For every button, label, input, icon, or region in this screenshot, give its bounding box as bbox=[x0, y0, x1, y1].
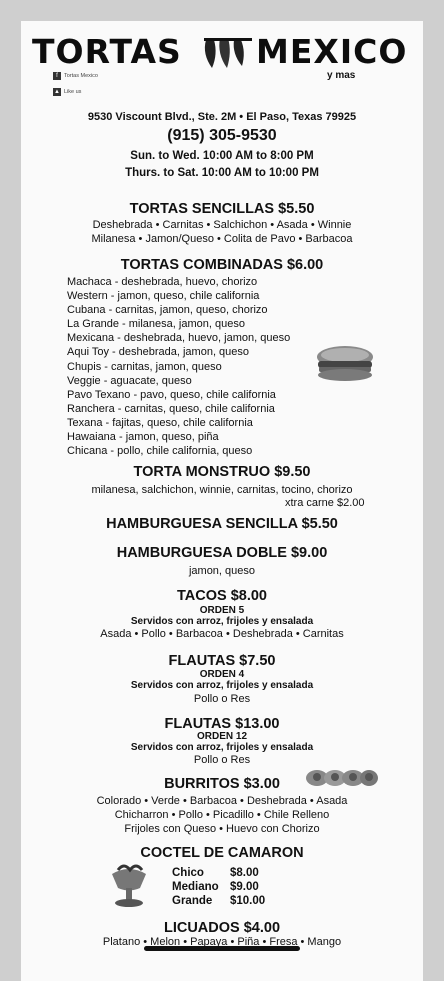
list-item: Western - jamon, queso, chile california bbox=[67, 290, 260, 303]
facebook-icon: f bbox=[53, 72, 61, 80]
list-item: Veggie - aguacate, queso bbox=[67, 374, 192, 387]
section-title-hamburguesa-sencilla: HAMBURGUESA SENCILLA $5.50 bbox=[106, 516, 338, 532]
brand-logo: TORTAS MEXICO bbox=[32, 32, 406, 72]
section-title-flautas-12: FLAUTAS $13.00 bbox=[164, 716, 280, 732]
hours-thu-sat: Thurs. to Sat. 10:00 AM to 10:00 PM bbox=[125, 167, 319, 179]
tagline: y mas bbox=[327, 70, 356, 81]
tacos-served: Servidos con arroz, frijoles y ensalada bbox=[130, 616, 314, 627]
like-us-label: Like us bbox=[64, 89, 82, 95]
list-item: Texana - fajitas, queso, chile californi… bbox=[67, 416, 253, 429]
tacos-options: Asada • Pollo • Barbacoa • Deshebrada • … bbox=[100, 628, 344, 640]
section-title-coctel: COCTEL DE CAMARON bbox=[140, 845, 304, 861]
section-title-combinadas: TORTAS COMBINADAS $6.00 bbox=[120, 257, 324, 273]
section-title-hamburguesa-doble: HAMBURGUESA DOBLE $9.00 bbox=[116, 545, 328, 561]
section-title-sencillas: TORTAS SENCILLAS $5.50 bbox=[129, 201, 315, 217]
flautas-4-orden: ORDEN 4 bbox=[199, 669, 245, 680]
list-item: Chupis - carnitas, jamon, queso bbox=[67, 360, 222, 373]
section-title-monstruo: TORTA MONSTRUO $9.50 bbox=[133, 464, 311, 480]
brand-left-word: TORTAS bbox=[32, 32, 182, 71]
burritos-icon bbox=[306, 770, 378, 786]
burritos-line-3: Frijoles con Queso • Huevo con Chorizo bbox=[124, 823, 320, 835]
hamburguesa-doble-description: jamon, queso bbox=[188, 565, 256, 577]
list-item: Chicana - pollo, chile california, queso bbox=[67, 445, 253, 458]
facebook-page-link[interactable]: f Tortas Mexico bbox=[53, 72, 98, 80]
coctel-sizes: Chico $8.00 Mediano $9.00 Grande $10.00 bbox=[172, 866, 265, 908]
address: 9530 Viscount Blvd., Ste. 2M • El Paso, … bbox=[87, 111, 357, 123]
list-item: La Grande - milanesa, jamon, queso bbox=[67, 318, 245, 331]
list-item: Hawaiana - jamon, queso, piña bbox=[67, 431, 219, 444]
flautas-4-options: Pollo o Res bbox=[193, 693, 251, 705]
burritos-line-1: Colorado • Verde • Barbacoa • Deshebrada… bbox=[96, 795, 348, 807]
list-item: Machaca - deshebrada, huevo, chorizo bbox=[67, 276, 258, 288]
size-price: $10.00 bbox=[230, 895, 266, 907]
size-label: Chico bbox=[172, 867, 204, 879]
list-item: Aqui Toy - deshebrada, jamon, queso bbox=[67, 346, 250, 359]
section-title-licuados: LICUADOS $4.00 bbox=[163, 920, 281, 936]
section-title-flautas-4: FLAUTAS $7.50 bbox=[168, 653, 276, 669]
size-price: $8.00 bbox=[230, 867, 259, 879]
hours-sun-wed: Sun. to Wed. 10:00 AM to 8:00 PM bbox=[130, 150, 314, 162]
chili-peppers-icon bbox=[204, 38, 252, 68]
burritos-line-2: Chicharron • Pollo • Picadillo • Chile R… bbox=[114, 809, 330, 821]
brand-right-word: MEXICO bbox=[256, 32, 408, 71]
like-us-link[interactable]: ▲ Like us bbox=[53, 88, 81, 96]
thumbs-up-icon: ▲ bbox=[53, 88, 61, 96]
flautas-12-orden: ORDEN 12 bbox=[196, 731, 247, 742]
list-item: Pavo Texano - pavo, queso, chile califor… bbox=[67, 388, 276, 401]
combinadas-list: Machaca - deshebrada, huevo, chorizo Wes… bbox=[67, 275, 337, 458]
list-item: Ranchera - carnitas, queso, chile califo… bbox=[67, 402, 275, 415]
size-label: Mediano bbox=[172, 881, 219, 893]
section-title-tacos: TACOS $8.00 bbox=[177, 588, 267, 604]
list-item: Grande $10.00 bbox=[172, 894, 265, 908]
shrimp-cocktail-icon bbox=[112, 864, 146, 907]
tacos-orden: ORDEN 5 bbox=[199, 605, 245, 616]
sencillas-line-2: Milanesa • Jamon/Queso • Colita de Pavo … bbox=[91, 233, 353, 245]
torta-sandwich-icon bbox=[317, 346, 373, 381]
facebook-page-name: Tortas Mexico bbox=[64, 73, 98, 79]
phone-number: (915) 305-9530 bbox=[167, 127, 277, 144]
monstruo-description: milanesa, salchichon, winnie, carnitas, … bbox=[91, 484, 353, 496]
home-indicator[interactable] bbox=[144, 946, 300, 951]
sencillas-line-1: Deshebrada • Carnitas • Salchichon • Asa… bbox=[92, 219, 352, 231]
list-item: Cubana - carnitas, jamon, queso, chorizo bbox=[67, 304, 268, 317]
list-item: Chico $8.00 bbox=[172, 866, 265, 880]
size-price: $9.00 bbox=[230, 881, 259, 893]
list-item: Mexicana - deshebrada, huevo, jamon, que… bbox=[67, 332, 291, 345]
flautas-12-served: Servidos con arroz, frijoles y ensalada bbox=[130, 742, 314, 753]
flautas-4-served: Servidos con arroz, frijoles y ensalada bbox=[130, 680, 314, 691]
size-label: Grande bbox=[172, 895, 213, 907]
monstruo-extra: xtra carne $2.00 bbox=[285, 497, 365, 509]
list-item: Mediano $9.00 bbox=[172, 880, 265, 894]
flautas-12-options: Pollo o Res bbox=[193, 754, 251, 766]
